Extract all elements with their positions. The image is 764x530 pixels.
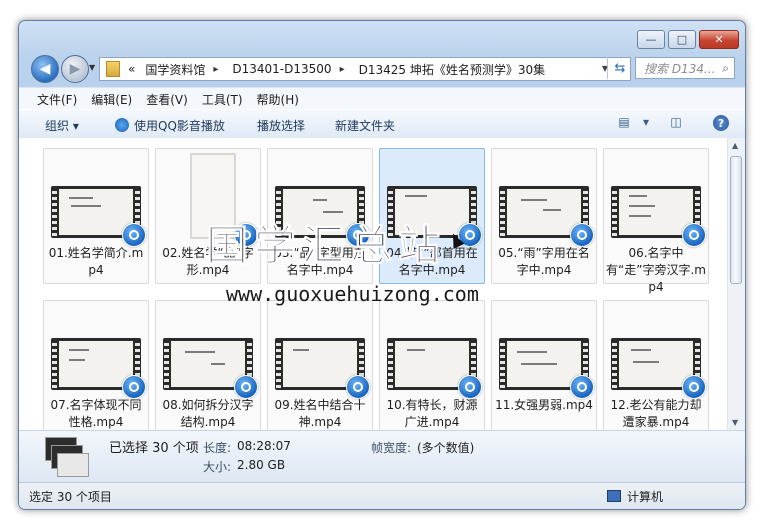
address-segment-2[interactable]: D13401-D13500 <box>232 62 331 76</box>
file-name: 06.名字中有“走”字旁汉字.mp4 <box>606 246 706 294</box>
address-segment-1[interactable]: 国学资料馆 <box>145 61 205 78</box>
search-placeholder: 搜索 D134... <box>644 61 716 76</box>
command-bar: 组织 ▾ 使用QQ影音播放 播放选择 新建文件夹 ▤ ▾ ◫ ? <box>19 109 745 139</box>
file-tile-01[interactable]: 01.姓名学简介.mp4 <box>43 148 149 284</box>
title-bar: — □ ✕ <box>19 21 745 49</box>
length-value: 08:28:07 <box>237 439 291 453</box>
status-location-label: 计算机 <box>627 490 664 504</box>
file-name: 09.姓名中结合十神.mp4 <box>274 398 366 429</box>
qq-player-icon <box>682 375 706 399</box>
refresh-button[interactable]: ⇆ <box>607 57 632 79</box>
file-name: 08.如何拆分汉字结构.mp4 <box>162 398 254 429</box>
navigation-row: ◀ ▶ ▼ « 国学资料馆 ▸ D13401-D13500 ▸ D13425 坤… <box>19 51 745 85</box>
multi-file-icon <box>45 437 89 477</box>
scroll-up-icon[interactable]: ▲ <box>732 141 738 150</box>
vertical-scrollbar[interactable]: ▲ ▼ <box>727 138 745 430</box>
watermark-text: 国学汇总站 <box>205 221 447 271</box>
qq-player-icon <box>122 375 146 399</box>
qq-player-icon <box>458 375 482 399</box>
address-overflow[interactable]: « <box>128 62 135 76</box>
help-icon[interactable]: ? <box>713 115 729 131</box>
qq-player-icon <box>234 375 258 399</box>
selection-count: 已选择 30 个项 <box>109 441 199 456</box>
maximize-button[interactable]: □ <box>668 30 696 49</box>
address-bar[interactable]: « 国学资料馆 ▸ D13401-D13500 ▸ D13425 坤拓《姓名预测… <box>99 57 631 81</box>
size-label: 大小: <box>203 460 232 474</box>
file-tile-08[interactable]: 08.如何拆分汉字结构.mp4 <box>155 300 261 430</box>
file-name: 10.有特长，财源广进.mp4 <box>386 398 478 429</box>
play-with-qq-button[interactable]: 使用QQ影音播放 <box>115 117 225 134</box>
menu-view[interactable]: 查看(V) <box>146 91 188 108</box>
recent-pages-dropdown-icon[interactable]: ▼ <box>89 63 95 72</box>
qq-player-icon <box>115 118 129 132</box>
file-name: 01.姓名学简介.mp4 <box>48 246 144 277</box>
scroll-thumb[interactable] <box>730 156 742 284</box>
status-bar: 选定 30 个项目 计算机 <box>19 482 745 509</box>
status-selected: 选定 30 个项目 <box>29 490 112 504</box>
minimize-button[interactable]: — <box>637 30 665 49</box>
qq-player-icon <box>682 223 706 247</box>
search-input[interactable]: 搜索 D134... ⌕ <box>635 57 735 79</box>
play-selection-button[interactable]: 播放选择 <box>257 117 305 134</box>
file-name: 11.女强男弱.mp4 <box>495 398 593 412</box>
close-button[interactable]: ✕ <box>699 30 739 49</box>
folder-icon <box>106 61 120 77</box>
watermark-url: www.guoxuehuizong.com <box>226 282 479 306</box>
qq-player-icon <box>570 375 594 399</box>
qq-player-icon <box>570 223 594 247</box>
file-tile-07[interactable]: 07.名字体现不同性格.mp4 <box>43 300 149 430</box>
file-name: 05.“雨”字用在名字中.mp4 <box>498 246 590 277</box>
file-tile-11[interactable]: 11.女强男弱.mp4 <box>491 300 597 430</box>
file-tile-05[interactable]: 05.“雨”字用在名字中.mp4 <box>491 148 597 284</box>
change-view-icon[interactable]: ▤ <box>615 115 633 131</box>
play-with-qq-label: 使用QQ影音播放 <box>134 119 225 133</box>
menu-edit[interactable]: 编辑(E) <box>91 91 132 108</box>
search-icon[interactable]: ⌕ <box>722 61 729 76</box>
refresh-icon: ⇆ <box>614 60 626 76</box>
length-label: 长度: <box>203 441 232 455</box>
file-name: 12.老公有能力却遭家暴.mp4 <box>610 398 702 429</box>
chevron-right-icon[interactable]: ▸ <box>213 64 218 75</box>
menu-file[interactable]: 文件(F) <box>37 91 77 108</box>
menu-bar: 文件(F) 编辑(E) 查看(V) 工具(T) 帮助(H) <box>19 87 745 110</box>
menu-help[interactable]: 帮助(H) <box>257 91 299 108</box>
forward-arrow-icon: ▶ <box>69 61 81 77</box>
size-value: 2.80 GB <box>237 458 286 472</box>
file-tile-06[interactable]: 06.名字中有“走”字旁汉字.mp4 <box>603 148 709 294</box>
file-tile-10[interactable]: 10.有特长，财源广进.mp4 <box>379 300 485 430</box>
organize-button[interactable]: 组织 ▾ <box>45 117 79 134</box>
menu-tools[interactable]: 工具(T) <box>202 91 243 108</box>
details-pane: 已选择 30 个项 长度: 08:28:07 大小: 2.80 GB 帧宽度: … <box>19 430 745 483</box>
chevron-right-icon[interactable]: ▸ <box>340 64 345 75</box>
frame-width-value: (多个数值) <box>417 441 475 455</box>
address-segment-3[interactable]: D13425 坤拓《姓名预测学》30集 <box>359 61 546 78</box>
file-tile-12[interactable]: 12.老公有能力却遭家暴.mp4 <box>603 300 709 430</box>
back-arrow-icon: ◀ <box>39 61 51 77</box>
status-location: 计算机 <box>607 488 663 505</box>
qq-player-icon <box>122 223 146 247</box>
view-dropdown-icon[interactable]: ▾ <box>637 115 655 131</box>
file-name: 07.名字体现不同性格.mp4 <box>50 398 142 429</box>
qq-player-icon <box>346 375 370 399</box>
new-folder-button[interactable]: 新建文件夹 <box>335 117 395 134</box>
back-button[interactable]: ◀ <box>31 55 59 83</box>
forward-button[interactable]: ▶ <box>61 55 89 83</box>
scroll-down-icon[interactable]: ▼ <box>732 418 738 427</box>
file-tile-09[interactable]: 09.姓名中结合十神.mp4 <box>267 300 373 430</box>
frame-width-label: 帧宽度: <box>371 441 412 455</box>
preview-pane-icon[interactable]: ◫ <box>667 115 685 131</box>
computer-icon <box>607 490 621 502</box>
